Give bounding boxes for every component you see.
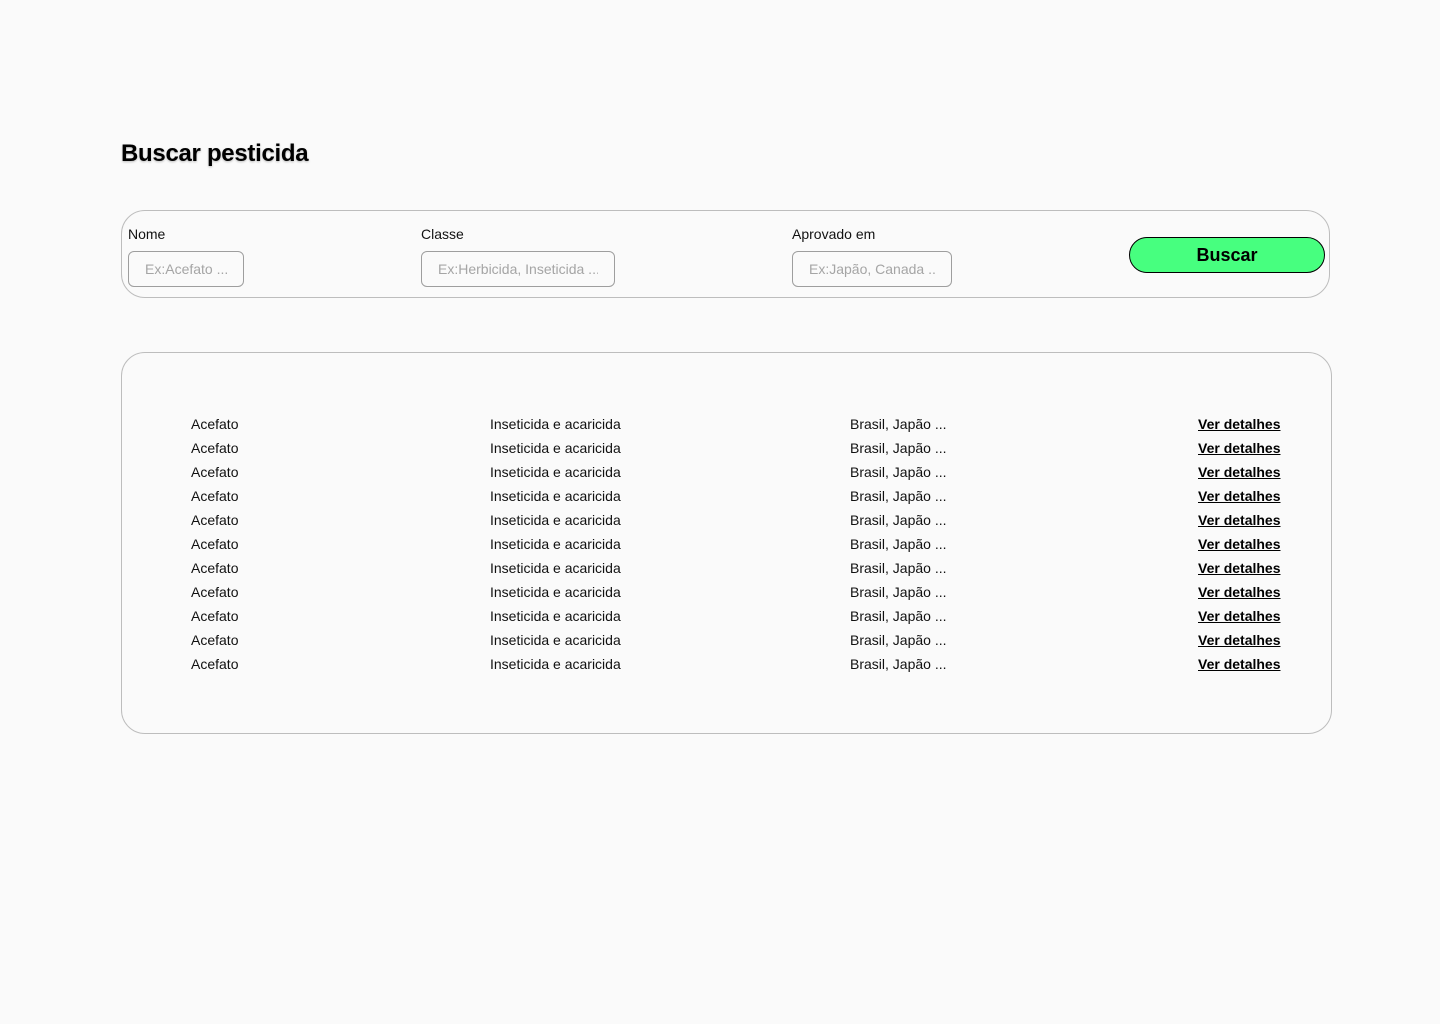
pesticide-class: Inseticida e acaricida [490,560,621,576]
approved-field-label: Aprovado em [792,226,876,242]
view-details-link[interactable]: Ver detalhes [1198,412,1281,436]
pesticide-class: Inseticida e acaricida [490,512,621,528]
pesticide-class: Inseticida e acaricida [490,416,621,432]
result-row: Acefato Inseticida e acaricida Brasil, Jap… [122,556,1331,580]
result-row: Acefato Inseticida e acaricida Brasil, Jap… [122,412,1331,436]
class-field-group: Classe [421,225,615,287]
pesticide-name: Acefato [191,440,239,456]
pesticide-approved-in: Brasil, Japão ... [850,536,947,552]
pesticide-approved-in: Brasil, Japão ... [850,440,947,456]
pesticide-name: Acefato [191,632,239,648]
pesticide-name: Acefato [191,464,239,480]
class-field-label: Classe [421,226,464,242]
pesticide-class: Inseticida e acaricida [490,488,621,504]
view-details-link[interactable]: Ver detalhes [1198,532,1281,556]
results-list: Acefato Inseticida e acaricida Brasil, Jap… [122,412,1331,676]
pesticide-name: Acefato [191,584,239,600]
pesticide-name: Acefato [191,608,239,624]
pesticide-class: Inseticida e acaricida [490,440,621,456]
view-details-link[interactable]: Ver detalhes [1198,460,1281,484]
result-row: Acefato Inseticida e acaricida Brasil, Jap… [122,652,1331,676]
pesticide-approved-in: Brasil, Japão ... [850,608,947,624]
view-details-link[interactable]: Ver detalhes [1198,580,1281,604]
name-input[interactable] [128,251,244,287]
view-details-link[interactable]: Ver detalhes [1198,628,1281,652]
name-field-group: Nome [128,225,244,287]
pesticide-name: Acefato [191,488,239,504]
search-panel: Nome Classe Aprovado em Buscar [121,210,1330,298]
pesticide-approved-in: Brasil, Japão ... [850,416,947,432]
view-details-link[interactable]: Ver detalhes [1198,508,1281,532]
result-row: Acefato Inseticida e acaricida Brasil, Jap… [122,436,1331,460]
pesticide-class: Inseticida e acaricida [490,632,621,648]
result-row: Acefato Inseticida e acaricida Brasil, Jap… [122,484,1331,508]
approved-input[interactable] [792,251,952,287]
view-details-link[interactable]: Ver detalhes [1198,652,1281,676]
pesticide-approved-in: Brasil, Japão ... [850,512,947,528]
search-button[interactable]: Buscar [1129,237,1325,273]
name-field-label: Nome [128,226,166,242]
result-row: Acefato Inseticida e acaricida Brasil, Jap… [122,508,1331,532]
result-row: Acefato Inseticida e acaricida Brasil, Jap… [122,604,1331,628]
result-row: Acefato Inseticida e acaricida Brasil, Jap… [122,628,1331,652]
pesticide-class: Inseticida e acaricida [490,656,621,672]
pesticide-approved-in: Brasil, Japão ... [850,560,947,576]
pesticide-approved-in: Brasil, Japão ... [850,488,947,504]
view-details-link[interactable]: Ver detalhes [1198,604,1281,628]
pesticide-class: Inseticida e acaricida [490,536,621,552]
view-details-link[interactable]: Ver detalhes [1198,484,1281,508]
view-details-link[interactable]: Ver detalhes [1198,436,1281,460]
result-row: Acefato Inseticida e acaricida Brasil, Jap… [122,460,1331,484]
result-row: Acefato Inseticida e acaricida Brasil, Jap… [122,532,1331,556]
class-input[interactable] [421,251,615,287]
pesticide-approved-in: Brasil, Japão ... [850,584,947,600]
result-row: Acefato Inseticida e acaricida Brasil, Jap… [122,580,1331,604]
approved-field-group: Aprovado em [792,225,952,287]
results-panel: Acefato Inseticida e acaricida Brasil, Jap… [121,352,1332,734]
pesticide-name: Acefato [191,656,239,672]
page-title: Buscar pesticida [121,140,309,167]
pesticide-approved-in: Brasil, Japão ... [850,632,947,648]
pesticide-name: Acefato [191,560,239,576]
pesticide-approved-in: Brasil, Japão ... [850,464,947,480]
pesticide-name: Acefato [191,536,239,552]
pesticide-class: Inseticida e acaricida [490,608,621,624]
pesticide-approved-in: Brasil, Japão ... [850,656,947,672]
pesticide-name: Acefato [191,416,239,432]
pesticide-class: Inseticida e acaricida [490,464,621,480]
view-details-link[interactable]: Ver detalhes [1198,556,1281,580]
pesticide-name: Acefato [191,512,239,528]
pesticide-class: Inseticida e acaricida [490,584,621,600]
